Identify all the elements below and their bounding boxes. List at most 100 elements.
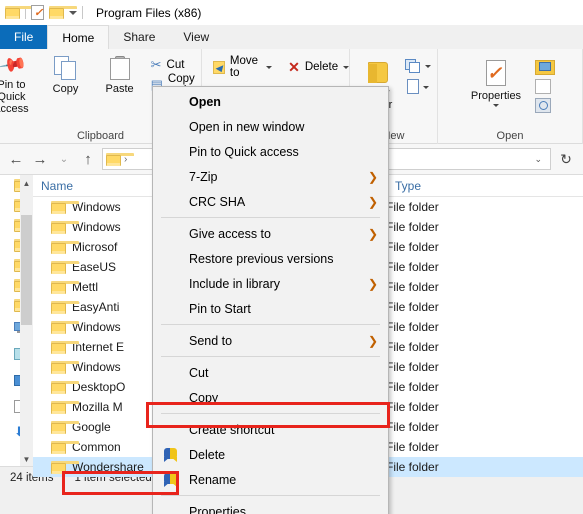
folder-icon bbox=[51, 200, 79, 214]
qat-separator-2 bbox=[82, 6, 83, 19]
move-to-icon: ◀ bbox=[213, 60, 225, 74]
context-menu[interactable]: Open Open in new window Pin to Quick acces… bbox=[152, 86, 389, 514]
context-menu-separator bbox=[161, 324, 380, 325]
scroll-down-icon[interactable]: ▼ bbox=[20, 451, 33, 466]
file-explorer-window: ✓ Program Files (x86) File Home Share Vi… bbox=[0, 0, 583, 514]
chevron-down-icon[interactable]: ⌄ bbox=[529, 154, 547, 165]
back-arrow-icon[interactable]: ← bbox=[6, 148, 26, 170]
forward-arrow-icon[interactable]: → bbox=[30, 148, 50, 170]
scroll-up-icon[interactable]: ▲ bbox=[20, 175, 33, 191]
pin-to-quick-access-button[interactable]: 📌 Pin to Quick access bbox=[0, 50, 37, 115]
ribbon-group-open: ✓ Properties Open bbox=[438, 49, 583, 144]
menu-item-label: 7-Zip bbox=[189, 169, 218, 184]
folder-icon bbox=[51, 260, 79, 274]
context-menu-item-open[interactable]: Open bbox=[153, 89, 388, 114]
move-to-button[interactable]: ◀ Move to bbox=[210, 55, 275, 79]
column-header-type[interactable]: Type bbox=[386, 174, 583, 197]
folder-icon bbox=[51, 340, 79, 354]
context-menu-item-create-shortcut[interactable]: Create shortcut bbox=[153, 417, 388, 442]
context-menu-item-delete[interactable]: Delete bbox=[153, 442, 388, 467]
context-menu-item-rename[interactable]: Rename bbox=[153, 467, 388, 492]
scrollbar-thumb[interactable] bbox=[21, 215, 32, 325]
menu-item-label: Pin to Quick access bbox=[189, 144, 299, 159]
file-name-label: Mozilla M bbox=[72, 400, 123, 414]
submenu-arrow-icon: ❯ bbox=[367, 169, 378, 184]
context-menu-item-pin-to-quick-access[interactable]: Pin to Quick access bbox=[153, 139, 388, 164]
edit-icon[interactable] bbox=[535, 79, 551, 94]
refresh-icon[interactable]: ↻ bbox=[555, 148, 577, 170]
new-folder-icon[interactable] bbox=[49, 6, 77, 19]
context-menu-separator bbox=[161, 413, 380, 414]
navigation-pane[interactable]: ⬇ ▲ ▼ bbox=[0, 175, 33, 466]
paste-icon bbox=[109, 56, 130, 80]
context-menu-item-include-in-library[interactable]: Include in library ❯ bbox=[153, 271, 388, 296]
paste-label: Paste bbox=[105, 83, 134, 95]
tab-share[interactable]: Share bbox=[109, 25, 169, 49]
file-type-cell: File folder bbox=[386, 400, 439, 414]
file-type-cell: File folder bbox=[386, 340, 439, 354]
properties-caret-icon[interactable] bbox=[493, 104, 499, 107]
title-bar: ✓ Program Files (x86) bbox=[0, 0, 583, 25]
delete-x-icon: ✕ bbox=[288, 59, 300, 75]
file-type-cell: File folder bbox=[386, 280, 439, 294]
customize-qat-caret-icon[interactable] bbox=[69, 10, 77, 15]
easy-access-button[interactable] bbox=[405, 79, 431, 95]
delete-button[interactable]: ✕ Delete bbox=[285, 57, 352, 77]
menu-item-label: CRC SHA bbox=[189, 194, 246, 209]
menu-item-label: Properties bbox=[189, 504, 246, 514]
nav-pane-scrollbar[interactable]: ▲ ▼ bbox=[20, 175, 33, 466]
new-item-icon bbox=[404, 59, 423, 74]
tab-file[interactable]: File bbox=[0, 25, 48, 49]
easy-access-icon bbox=[405, 79, 421, 95]
context-menu-item-7-zip[interactable]: 7-Zip ❯ bbox=[153, 164, 388, 189]
context-menu-item-pin-to-start[interactable]: Pin to Start bbox=[153, 296, 388, 321]
history-icon[interactable] bbox=[535, 98, 551, 113]
context-menu-item-send-to[interactable]: Send to ❯ bbox=[153, 328, 388, 353]
context-menu-item-restore-previous-versions[interactable]: Restore previous versions bbox=[153, 246, 388, 271]
open-group-label: Open bbox=[496, 130, 524, 142]
menu-item-label: Copy bbox=[189, 390, 219, 405]
file-name-label: Windows bbox=[72, 320, 121, 334]
menu-item-label: Delete bbox=[189, 447, 226, 462]
file-type-cell: File folder bbox=[386, 460, 439, 474]
context-menu-item-open-in-new-window[interactable]: Open in new window bbox=[153, 114, 388, 139]
tab-home[interactable]: Home bbox=[47, 25, 110, 49]
folder-icon bbox=[51, 220, 79, 234]
folder-icon bbox=[51, 380, 79, 394]
properties-icon[interactable]: ✓ bbox=[31, 5, 44, 20]
paste-button[interactable]: Paste bbox=[94, 52, 146, 115]
menu-item-label: Restore previous versions bbox=[189, 251, 334, 266]
submenu-arrow-icon: ❯ bbox=[367, 333, 378, 348]
properties-button[interactable]: ✓ Properties bbox=[465, 56, 527, 113]
recent-locations-caret-icon[interactable]: ⌄ bbox=[54, 148, 74, 170]
open-icon[interactable] bbox=[535, 58, 555, 75]
new-item-caret-icon[interactable] bbox=[424, 65, 431, 68]
file-type-cell: File folder bbox=[386, 420, 439, 434]
context-menu-item-cut[interactable]: Cut bbox=[153, 360, 388, 385]
up-arrow-icon[interactable]: ↑ bbox=[78, 148, 98, 170]
copy-button[interactable]: Copy bbox=[39, 52, 91, 115]
ribbon-tab-strip: File Home Share View bbox=[0, 25, 583, 49]
easy-access-caret-icon[interactable] bbox=[422, 85, 429, 89]
context-menu-separator bbox=[161, 495, 380, 496]
submenu-arrow-icon: ❯ bbox=[367, 276, 378, 291]
move-to-caret-icon[interactable] bbox=[266, 65, 273, 69]
context-menu-item-copy[interactable]: Copy bbox=[153, 385, 388, 410]
context-menu-item-crc-sha[interactable]: CRC SHA ❯ bbox=[153, 189, 388, 214]
context-menu-item-give-access-to[interactable]: Give access to ❯ bbox=[153, 221, 388, 246]
folder-icon[interactable] bbox=[5, 6, 33, 19]
context-menu-item-properties[interactable]: Properties bbox=[153, 499, 388, 514]
uac-shield-icon bbox=[163, 447, 177, 462]
new-item-button[interactable] bbox=[404, 59, 431, 74]
file-type-cell: File folder bbox=[386, 220, 439, 234]
folder-icon bbox=[51, 460, 79, 474]
submenu-arrow-icon: ❯ bbox=[367, 194, 378, 209]
delete-caret-icon[interactable] bbox=[343, 65, 350, 69]
submenu-arrow-icon: ❯ bbox=[367, 226, 378, 241]
menu-item-icon-slot bbox=[161, 447, 179, 462]
folder-icon bbox=[51, 320, 79, 334]
tab-view[interactable]: View bbox=[169, 25, 223, 49]
cut-label: Cut bbox=[166, 59, 185, 71]
menu-item-label: Open bbox=[189, 94, 221, 109]
file-name-label: Wondershare bbox=[72, 460, 144, 474]
